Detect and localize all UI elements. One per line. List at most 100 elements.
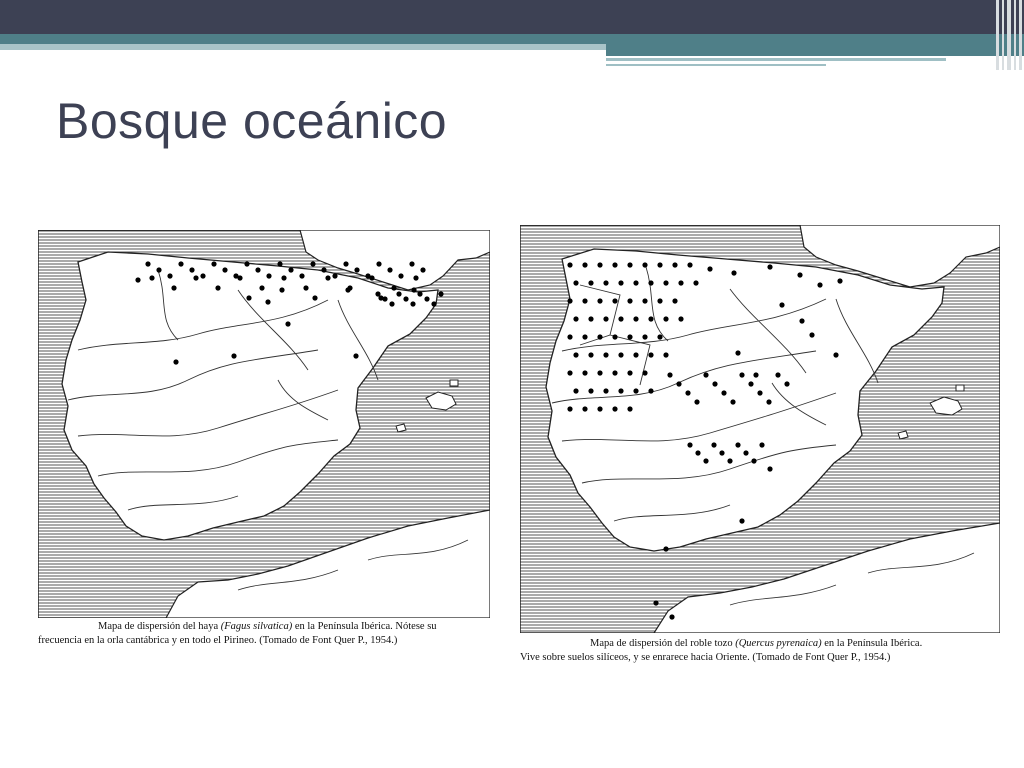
distribution-dot — [797, 272, 803, 278]
caption-text: Vive sobre suelos silíceos, y se enrarec… — [520, 652, 891, 663]
map-figure-haya: Mapa de dispersión del haya (Fagus silva… — [38, 230, 490, 646]
distribution-dot — [237, 275, 243, 281]
distribution-dot — [663, 316, 669, 322]
distribution-dot — [703, 458, 709, 464]
distribution-dot — [167, 273, 173, 279]
distribution-dot — [672, 262, 678, 268]
distribution-dot — [567, 298, 573, 304]
header-band-teal — [0, 34, 1024, 44]
figure-caption-roble-tozo: Mapa de dispersión del roble tozo (Querc… — [520, 637, 1000, 665]
distribution-dot — [648, 388, 654, 394]
distribution-dot — [244, 261, 250, 267]
distribution-dot — [303, 285, 309, 291]
distribution-dot — [663, 546, 669, 552]
distribution-dot — [189, 267, 195, 273]
distribution-dot — [633, 316, 639, 322]
distribution-dot — [375, 291, 381, 297]
distribution-dot — [727, 458, 733, 464]
distribution-dot — [420, 267, 426, 273]
distribution-dot — [735, 442, 741, 448]
distribution-dot — [695, 450, 701, 456]
distribution-dot — [799, 318, 805, 324]
distribution-dot — [693, 280, 699, 286]
distribution-dot — [757, 390, 763, 396]
distribution-dot — [387, 267, 393, 273]
distribution-dot — [597, 406, 603, 412]
caption-species: (Fagus silvatica) — [220, 621, 293, 632]
distribution-dot — [633, 388, 639, 394]
distribution-dot — [396, 291, 402, 297]
header-band-dark — [0, 0, 1024, 34]
distribution-dot — [215, 285, 221, 291]
distribution-dot — [678, 280, 684, 286]
caption-text: frecuencia en la orla cantábrica y en to… — [38, 635, 398, 646]
distribution-dot — [413, 275, 419, 281]
distribution-dot — [567, 370, 573, 376]
distribution-dot — [627, 298, 633, 304]
distribution-dot — [343, 261, 349, 267]
distribution-dot — [603, 388, 609, 394]
distribution-dot — [817, 282, 823, 288]
distribution-dot — [391, 285, 397, 291]
distribution-dot — [642, 370, 648, 376]
distribution-dot — [743, 450, 749, 456]
distribution-dot — [663, 352, 669, 358]
distribution-dot — [178, 261, 184, 267]
distribution-dot — [398, 273, 404, 279]
distribution-dot — [145, 261, 151, 267]
distribution-dot — [325, 275, 331, 281]
distribution-dot — [193, 275, 199, 281]
distribution-dot — [809, 332, 815, 338]
distribution-dot — [200, 273, 206, 279]
distribution-dot — [376, 261, 382, 267]
distribution-dot — [657, 262, 663, 268]
distribution-dot — [417, 291, 423, 297]
distribution-dot — [657, 298, 663, 304]
distribution-dot — [687, 442, 693, 448]
distribution-dot — [171, 285, 177, 291]
distribution-dot — [767, 466, 773, 472]
distribution-dot — [694, 399, 700, 405]
distribution-dot — [603, 352, 609, 358]
distribution-dot — [627, 406, 633, 412]
distribution-dot — [837, 278, 843, 284]
distribution-dot — [633, 352, 639, 358]
distribution-dot — [612, 298, 618, 304]
distribution-dot — [588, 388, 594, 394]
distribution-dot — [231, 353, 237, 359]
distribution-dot — [719, 450, 725, 456]
distribution-dot — [751, 458, 757, 464]
distribution-dot — [222, 267, 228, 273]
distribution-dot — [775, 372, 781, 378]
distribution-dot — [612, 406, 618, 412]
distribution-dot — [739, 372, 745, 378]
distribution-dot — [603, 316, 609, 322]
distribution-dot — [597, 298, 603, 304]
distribution-dot — [648, 352, 654, 358]
distribution-dot — [382, 296, 388, 302]
distribution-dot — [739, 518, 745, 524]
distribution-dot — [642, 298, 648, 304]
distribution-dot — [332, 273, 338, 279]
distribution-dot — [156, 267, 162, 273]
figure-caption-haya: Mapa de dispersión del haya (Fagus silva… — [38, 620, 493, 648]
distribution-dot — [573, 352, 579, 358]
distribution-dot — [259, 285, 265, 291]
caption-species: (Quercus pyrenaica) — [735, 638, 822, 649]
distribution-dot — [409, 261, 415, 267]
distribution-dot — [618, 388, 624, 394]
distribution-dot — [603, 280, 609, 286]
distribution-dot — [389, 301, 395, 307]
distribution-dot — [784, 381, 790, 387]
distribution-dot — [573, 280, 579, 286]
distribution-dot — [618, 352, 624, 358]
distribution-dot — [703, 372, 709, 378]
distribution-dot — [766, 399, 772, 405]
distribution-dot — [411, 287, 417, 293]
distribution-dot — [597, 370, 603, 376]
distribution-dot — [173, 359, 179, 365]
distribution-dot — [759, 442, 765, 448]
distribution-dot — [299, 273, 305, 279]
distribution-dot — [288, 267, 294, 273]
distribution-dot — [735, 350, 741, 356]
